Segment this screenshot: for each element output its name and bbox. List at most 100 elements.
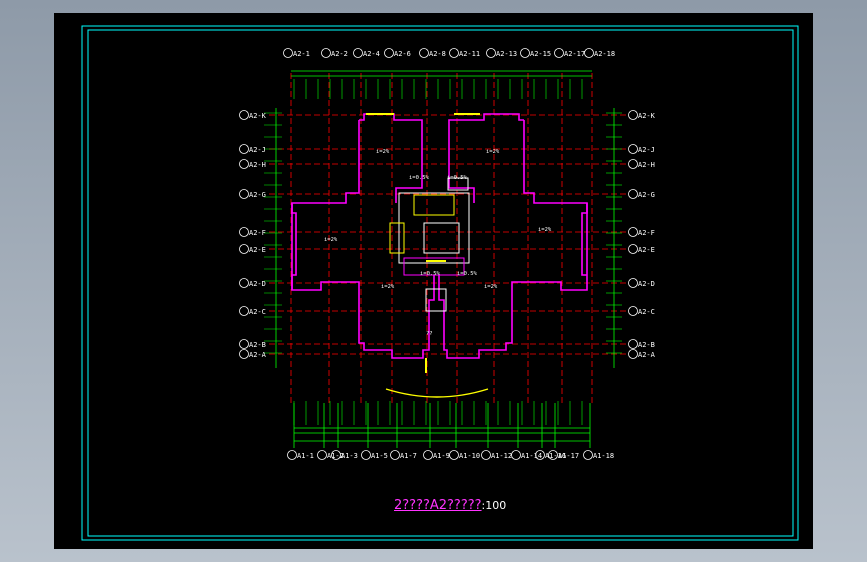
axis-bubble-top-label: A2-11: [459, 50, 480, 58]
axis-bubble-left-circle: [239, 159, 249, 169]
axis-bubble-left-circle: [239, 144, 249, 154]
balcony-arc: [385, 388, 489, 398]
axis-bubble-left-label: A2-K: [249, 112, 267, 120]
axis-bubble-left-circle: [239, 349, 249, 359]
axis-bubble-top-label: A2-6: [394, 50, 411, 58]
axis-bubble-bottom-label: A1-17: [558, 452, 579, 460]
cad-viewport[interactable]: A2-1 A2-2 A2-4 A2-6 A2-8 A2-11 A2-13 A2-15 A2-17…: [54, 13, 813, 549]
axis-bubble-top-circle: [486, 48, 496, 58]
axis-bubble-top-label: A2-15: [530, 50, 551, 58]
axis-bubble-right-circle: [628, 227, 638, 237]
axis-bubble-right-label: A2-B: [638, 341, 655, 349]
wall-outline-upper-left: [291, 120, 435, 359]
room-annotation: i=0.5%: [447, 175, 468, 181]
axis-bubble-left-label: A2-A: [249, 351, 267, 359]
room-annotation: i=0.5%: [420, 271, 441, 277]
axis-bubble-top-label: A2-1: [293, 50, 310, 58]
axis-bubble-top-circle: [419, 48, 429, 58]
axis-bubble-right-circle: [628, 244, 638, 254]
axis-bubble-right-label: A2-K: [638, 112, 656, 120]
axis-bubble-left-circle: [239, 227, 249, 237]
axis-bubble-bottom-label: A1-1: [297, 452, 314, 460]
axis-bubble-left-label: A2-H: [249, 161, 266, 169]
axis-bubble-left-label: A2-C: [249, 308, 266, 316]
axis-bubble-left-circle: [239, 339, 249, 349]
axis-bubble-bottom-circle: [287, 450, 297, 460]
axis-bubble-left-label: A2-D: [249, 280, 266, 288]
room-annotation: i=2%: [484, 284, 498, 290]
axis-bubble-top-circle: [384, 48, 394, 58]
drawing-title: 2????A2?????:100: [394, 498, 506, 518]
axis-bubble-top-circle: [353, 48, 363, 58]
axis-bubble-left-label: A2-J: [249, 146, 266, 154]
axis-bubble-top-circle: [283, 48, 293, 58]
wall-top-left-tower: [359, 113, 423, 203]
axis-bubble-bottom-label: A1-14: [521, 452, 542, 460]
axis-bubble-left-label: A2-B: [249, 341, 266, 349]
elevator-shaft: [423, 222, 460, 254]
axis-bubble-bottom-label: A1-18: [593, 452, 614, 460]
room-annotation: i=2%: [376, 149, 390, 155]
floor-plan-drawing: A2-1 A2-2 A2-4 A2-6 A2-8 A2-11 A2-13 A2-15 A2-17…: [81, 25, 799, 541]
axis-bubble-top-label: A2-13: [496, 50, 517, 58]
axis-bubble-bottom-circle: [511, 450, 521, 460]
axis-bubble-bottom-circle: [317, 450, 327, 460]
room-annotation: i=2%: [486, 149, 500, 155]
axis-bubble-right-label: A2-E: [638, 246, 655, 254]
axis-bubble-left-circle: [239, 189, 249, 199]
axis-bubble-left-label: A2-E: [249, 246, 266, 254]
axis-bubble-top-circle: [449, 48, 459, 58]
room-annotation: ??: [426, 331, 433, 337]
drawing-title-scale: :100: [481, 499, 507, 512]
axis-bubble-left-label: A2-G: [249, 191, 266, 199]
axis-bubble-bottom-circle: [481, 450, 491, 460]
axis-bubble-top-circle: [520, 48, 530, 58]
axis-bubble-right-circle: [628, 339, 638, 349]
room-annotation: i=0.5%: [457, 271, 478, 277]
axis-bubble-right-circle: [628, 159, 638, 169]
axis-bubble-bottom-circle: [361, 450, 371, 460]
wall-outline-upper-right: [438, 120, 588, 359]
axis-bubble-top-circle: [321, 48, 331, 58]
axis-bubble-bottom-circle: [583, 450, 593, 460]
room-annotation: i=2%: [538, 227, 552, 233]
axis-bubble-bottom-label: A1-9: [433, 452, 450, 460]
axis-bubble-left-circle: [239, 306, 249, 316]
axis-bubble-right-circle: [628, 278, 638, 288]
room-annotation: i=2%: [381, 284, 395, 290]
axis-bubble-right-label: A2-J: [638, 146, 655, 154]
axis-bubble-top-label: A2-2: [331, 50, 348, 58]
axis-bubble-top-circle: [554, 48, 564, 58]
axis-bubble-right-label: A2-G: [638, 191, 655, 199]
axis-bubble-bottom-circle: [390, 450, 400, 460]
axis-bubble-right-circle: [628, 349, 638, 359]
axis-bubble-right-circle: [628, 306, 638, 316]
axis-bubble-top-circle: [584, 48, 594, 58]
axis-bubble-right-label: A2-H: [638, 161, 655, 169]
axis-bubble-bottom-label: A1-12: [491, 452, 512, 460]
room-annotation: i=0.5%: [409, 175, 430, 181]
stair-flight: [413, 194, 455, 216]
axis-bubble-top-label: A2-17: [564, 50, 585, 58]
axis-bubble-top-label: A2-8: [429, 50, 446, 58]
axis-bubble-bottom-label: A1-7: [400, 452, 417, 460]
axis-bubble-right-circle: [628, 144, 638, 154]
axis-bubble-right-circle: [628, 189, 638, 199]
axis-bubble-right-circle: [628, 110, 638, 120]
axis-bubble-left-label: A2-F: [249, 229, 266, 237]
axis-bubble-right-label: A2-A: [638, 351, 656, 359]
axis-bubble-bottom-label: A1-5: [371, 452, 388, 460]
axis-bubble-left-circle: [239, 278, 249, 288]
axis-bubble-left-circle: [239, 244, 249, 254]
axis-bubble-right-label: A2-C: [638, 308, 655, 316]
axis-bubble-bottom-circle: [423, 450, 433, 460]
axis-bubble-bottom-label: A1-3: [341, 452, 358, 460]
axis-bubble-right-label: A2-D: [638, 280, 655, 288]
axis-bubble-right-label: A2-F: [638, 229, 655, 237]
axis-bubble-top-label: A2-4: [363, 50, 380, 58]
drawing-title-main: 2????A2?????: [394, 498, 482, 513]
room-annotation: i=2%: [324, 237, 338, 243]
axis-bubble-bottom-circle: [449, 450, 459, 460]
axis-bubble-left-circle: [239, 110, 249, 120]
axis-bubble-top-label: A2-18: [594, 50, 615, 58]
